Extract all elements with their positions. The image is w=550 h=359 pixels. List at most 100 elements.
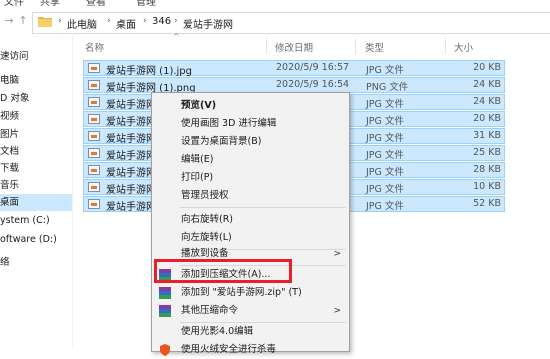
file-size: 20 KB (473, 62, 501, 73)
breadcrumb-346[interactable]: 346 (152, 16, 171, 27)
breadcrumb-separator: › (143, 16, 147, 26)
file-type: JPG 文件 (366, 167, 404, 178)
column-header-name[interactable]: 名称 (85, 40, 104, 54)
menu-item-label: 使用画图 3D 进行编辑 (181, 118, 277, 129)
nav-item-3d-objects[interactable]: D 对象 (0, 90, 72, 107)
menu-item-label: 向右旋转(R) (181, 214, 234, 225)
submenu-arrow-icon: > (333, 306, 341, 316)
menu-item-preview[interactable]: 预览(V) (152, 97, 349, 115)
image-file-icon (88, 97, 100, 107)
file-size: 52 KB (473, 198, 501, 209)
navigation-pane: 速访问 电脑 D 对象 视频 图片 文档 下载 音乐 桌面 ystem (C:)… (0, 36, 73, 347)
column-header-size[interactable]: 大小 (454, 40, 473, 54)
table-row[interactable]: 爱站手游网 (1).png 2020/5/9 16:54 PNG 文件 24 K… (83, 77, 505, 94)
nav-item-pictures[interactable]: 图片 (0, 126, 72, 143)
file-name: 爱站手游网 (1).jpg (106, 66, 192, 77)
menu-item-edit-paint3d[interactable]: 使用画图 3D 进行编辑 (152, 115, 349, 133)
address-row: → ↑ › 此电脑 › 桌面 › 346 › 爱站手游网 (0, 6, 550, 36)
menu-item-label: 打印(P) (181, 172, 214, 183)
menu-item-label: 预览(V) (181, 100, 217, 111)
menu-item-edit[interactable]: 编辑(E) (152, 151, 349, 169)
file-type: JPG 文件 (366, 116, 404, 127)
file-type: JPG 文件 (366, 99, 404, 110)
file-type: JPG 文件 (366, 133, 404, 144)
nav-item-drive-c[interactable]: ystem (C:) (0, 212, 72, 229)
nav-item-desktop[interactable]: 桌面 (0, 194, 72, 211)
up-icon[interactable]: ↑ (16, 14, 30, 28)
nav-item-downloads[interactable]: 下载 (0, 160, 72, 177)
column-divider[interactable] (355, 38, 356, 54)
breadcrumb-separator: › (58, 16, 62, 26)
file-size: 24 KB (473, 96, 501, 107)
image-file-icon (88, 199, 100, 209)
menu-item-add-to-zip[interactable]: 添加到 "爱站手游网.zip" (T) (152, 284, 349, 302)
address-bar[interactable]: › 此电脑 › 桌面 › 346 › 爱站手游网 (32, 12, 550, 34)
breadcrumb-separator: › (107, 16, 111, 26)
nav-item-videos[interactable]: 视频 (0, 108, 72, 125)
file-type: JPG 文件 (366, 65, 404, 76)
file-size: 20 KB (473, 113, 501, 124)
column-header-date[interactable]: 修改日期 (275, 40, 313, 54)
menu-item-more-compress[interactable]: 其他压缩命令 > (152, 302, 349, 320)
file-size: 10 KB (473, 181, 501, 192)
breadcrumb-desktop[interactable]: 桌面 (116, 16, 136, 31)
menu-item-huorong-scan[interactable]: 使用火绒安全进行杀毒 (152, 341, 349, 359)
nav-item-this-pc[interactable]: 电脑 (0, 72, 72, 89)
nav-item-drive-d[interactable]: oftware (D:) (0, 231, 72, 248)
menu-item-admin-grant[interactable]: 管理员授权 (152, 187, 349, 205)
breadcrumb-this-pc[interactable]: 此电脑 (67, 16, 97, 31)
table-row[interactable]: 爱站手游网 (1).jpg 2020/5/9 16:57 JPG 文件 20 K… (83, 60, 505, 77)
highlight-annotation-box (154, 259, 292, 283)
image-file-icon (88, 131, 100, 141)
image-file-icon (88, 148, 100, 158)
menu-item-label: 添加到 "爱站手游网.zip" (T) (181, 287, 302, 298)
winrar-icon (159, 287, 171, 299)
file-type: PNG 文件 (366, 82, 409, 93)
nav-item-label: 桌面 (0, 197, 20, 208)
breadcrumb-current-folder[interactable]: 爱站手游网 (183, 16, 233, 31)
nav-item-label: 电脑 (0, 75, 20, 86)
shield-icon (160, 344, 170, 356)
breadcrumb-separator: › (174, 16, 178, 26)
nav-item-label: 下载 (0, 163, 20, 174)
menu-item-print[interactable]: 打印(P) (152, 169, 349, 187)
nav-item-documents[interactable]: 文档 (0, 143, 72, 160)
file-date: 2020/5/9 16:54 (276, 79, 350, 90)
column-divider[interactable] (266, 38, 267, 54)
menu-item-edit-guangying[interactable]: 使用光影4.0编辑 (152, 323, 349, 341)
image-file-icon (88, 63, 100, 73)
nav-item-network[interactable]: 络 (0, 254, 72, 271)
image-file-icon (88, 80, 100, 90)
menu-item-label: 编辑(E) (181, 154, 214, 165)
image-file-icon (88, 165, 100, 175)
menu-item-label: 设置为桌面背景(B) (181, 136, 262, 147)
nav-item-label: ystem (C:) (0, 215, 50, 226)
column-divider[interactable] (445, 38, 446, 54)
file-size: 25 KB (473, 147, 501, 158)
folder-icon (38, 17, 52, 27)
menu-item-label: 其他压缩命令 (181, 305, 239, 316)
nav-item-quick-access[interactable]: 速访问 (0, 48, 72, 65)
nav-item-label: 音乐 (0, 180, 20, 191)
nav-item-label: 速访问 (0, 51, 29, 62)
submenu-arrow-icon: > (333, 249, 341, 259)
image-file-icon (88, 114, 100, 124)
nav-item-music[interactable]: 音乐 (0, 177, 72, 194)
menu-item-label: 使用火绒安全进行杀毒 (181, 344, 277, 355)
menu-item-label: 使用光影4.0编辑 (181, 326, 254, 337)
file-size: 28 KB (473, 164, 501, 175)
context-menu: 预览(V) 使用画图 3D 进行编辑 设置为桌面背景(B) 编辑(E) 打印(P… (151, 92, 350, 356)
nav-item-label: 图片 (0, 129, 20, 140)
file-type: JPG 文件 (366, 201, 404, 212)
menu-item-rotate-right[interactable]: 向右旋转(R) (152, 211, 349, 229)
forward-icon[interactable]: → (2, 14, 16, 28)
file-size: 24 KB (473, 79, 501, 90)
file-type: JPG 文件 (366, 150, 404, 161)
file-size: 31 KB (473, 130, 501, 141)
menu-separator (180, 207, 346, 208)
menu-item-set-wallpaper[interactable]: 设置为桌面背景(B) (152, 133, 349, 151)
image-file-icon (88, 182, 100, 192)
file-type: JPG 文件 (366, 184, 404, 195)
nav-item-label: oftware (D:) (0, 234, 57, 245)
column-header-type[interactable]: 类型 (365, 40, 384, 54)
